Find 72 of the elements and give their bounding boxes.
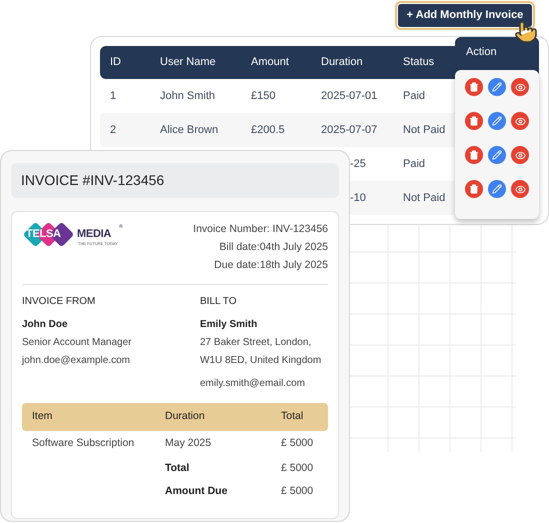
table-cell: £150 bbox=[251, 90, 276, 102]
table-cell: 1 bbox=[110, 90, 116, 102]
trash-icon bbox=[469, 82, 479, 92]
table-cell: £ 5000 bbox=[281, 437, 314, 450]
column-header: User Name bbox=[160, 56, 216, 68]
table-cell: John Smith bbox=[160, 90, 216, 102]
table-cell: 2025-07-01 bbox=[321, 90, 378, 102]
table-cell: Paid bbox=[403, 90, 426, 102]
table-cell: Not Paid bbox=[403, 192, 446, 204]
invoice-meta: Bill date:04th July 2025 bbox=[219, 240, 328, 255]
logo-text: MEDIA bbox=[77, 229, 112, 240]
add-invoice-button[interactable]: + Add Monthly Invoice bbox=[395, 1, 535, 30]
summary-label: Amount Due bbox=[165, 484, 228, 497]
sender-name: John Doe bbox=[22, 318, 69, 332]
table-cell: Software Subscription bbox=[32, 437, 134, 450]
eye-icon bbox=[514, 184, 526, 194]
trash-icon bbox=[469, 150, 479, 160]
sender-detail: Senior Account Manager bbox=[22, 336, 133, 350]
table-cell: -10 bbox=[350, 192, 366, 204]
view-button[interactable] bbox=[511, 78, 529, 96]
edit-button[interactable] bbox=[488, 78, 506, 96]
column-header: ID bbox=[110, 56, 121, 68]
table-cell: -25 bbox=[350, 158, 366, 170]
pencil-icon bbox=[492, 150, 502, 160]
edit-button[interactable] bbox=[488, 146, 506, 164]
recipient-email: emily.smith@email.com bbox=[200, 377, 306, 391]
column-header: Duration bbox=[165, 410, 205, 422]
section-heading: INVOICE FROM bbox=[22, 295, 96, 309]
edit-button[interactable] bbox=[488, 112, 506, 130]
section-heading: BILL TO bbox=[200, 295, 238, 309]
eye-icon bbox=[514, 150, 526, 160]
recipient-name: Emily Smith bbox=[200, 318, 258, 332]
pencil-icon bbox=[492, 82, 502, 92]
column-header: Item bbox=[32, 410, 52, 422]
sender-detail: john.doe@example.com bbox=[22, 354, 131, 368]
view-button[interactable] bbox=[511, 146, 529, 164]
column-header: Amount bbox=[251, 56, 289, 68]
eye-icon bbox=[514, 82, 526, 92]
table-cell: May 2025 bbox=[165, 437, 212, 450]
pencil-icon bbox=[492, 184, 502, 194]
logo-diamonds-drawing bbox=[22, 221, 76, 248]
column-header: Status bbox=[403, 56, 434, 68]
summary-value: £ 5000 bbox=[281, 484, 314, 497]
action-title: Action bbox=[466, 45, 497, 60]
logo-text: TELSA bbox=[26, 229, 61, 240]
delete-button[interactable] bbox=[465, 78, 483, 96]
view-button[interactable] bbox=[511, 112, 529, 130]
table-cell: Not Paid bbox=[403, 124, 446, 136]
table-cell: 2025-07-07 bbox=[321, 124, 378, 136]
table-cell: Alice Brown bbox=[160, 124, 218, 136]
trash-icon bbox=[469, 116, 479, 126]
hand-cursor-icon bbox=[514, 20, 538, 44]
eye-icon bbox=[514, 116, 526, 126]
pencil-icon bbox=[492, 116, 502, 126]
column-header: Duration bbox=[321, 56, 363, 68]
table-cell: £200.5 bbox=[251, 124, 285, 136]
delete-button[interactable] bbox=[465, 112, 483, 130]
recipient-address: W1U 8ED, United Kingdom bbox=[200, 354, 322, 368]
delete-button[interactable] bbox=[465, 180, 483, 198]
delete-button[interactable] bbox=[465, 146, 483, 164]
recipient-address: 27 Baker Street, London, bbox=[200, 336, 312, 350]
invoice-meta: Due date:18th July 2025 bbox=[214, 258, 328, 273]
trash-icon bbox=[469, 184, 479, 194]
column-header: Total bbox=[281, 410, 304, 422]
invoice-meta: Invoice Number: INV-123456 bbox=[193, 222, 328, 237]
summary-label: Total bbox=[165, 462, 190, 474]
table-cell: Paid bbox=[403, 158, 426, 170]
table-cell: 2 bbox=[110, 124, 116, 136]
view-button[interactable] bbox=[511, 180, 529, 198]
edit-button[interactable] bbox=[488, 180, 506, 198]
summary-value: £ 5000 bbox=[281, 462, 314, 474]
invoice-title: INVOICE #INV-123456 bbox=[21, 171, 164, 190]
